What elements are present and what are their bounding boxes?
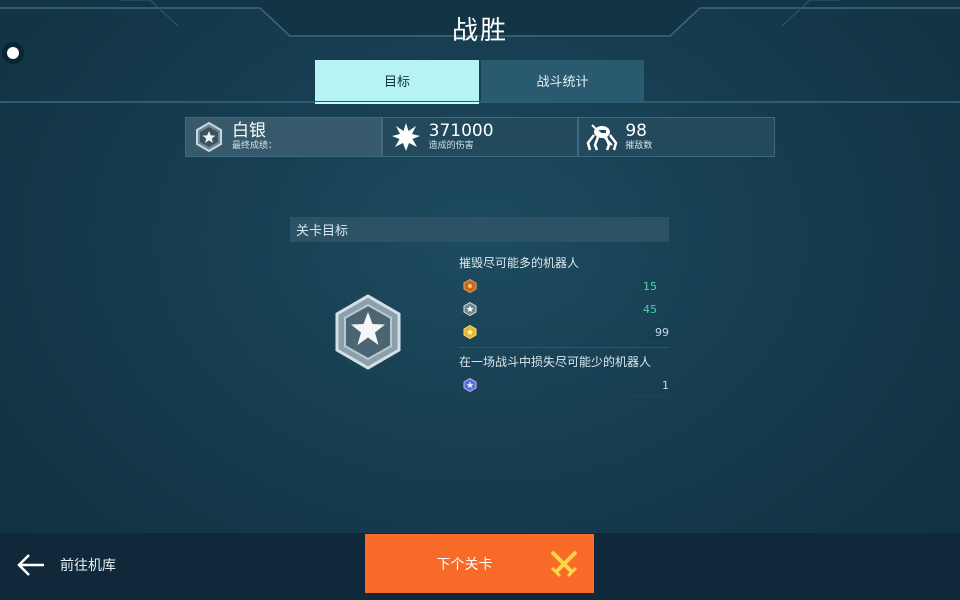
objectives-list: 摧毁尽可能多的机器人 15 45 99 在一场战斗中损失尽可能少的机器人 1 [459, 253, 669, 397]
go-to-hangar-label: 前往机库 [60, 558, 116, 574]
list-item: 99 [459, 321, 669, 344]
bronze-medal-icon [463, 279, 477, 293]
page-title: 战胜 [451, 16, 508, 46]
menu-dot-icon[interactable] [2, 42, 24, 64]
tab-objectives[interactable]: 目标 [315, 60, 479, 104]
list-item: 45 [459, 298, 669, 321]
tab-battle-stats[interactable]: 战斗统计 [481, 60, 644, 101]
stat-damage: 371000 造成的伤害 [381, 117, 579, 157]
silver-rank-icon [186, 122, 232, 152]
damage-label: 造成的伤害 [428, 141, 474, 151]
explosion-icon [383, 122, 429, 152]
tabs-divider [0, 101, 960, 103]
next-level-button[interactable]: 下个关卡 [365, 534, 594, 593]
rank-value: 白银 [232, 121, 266, 141]
objectives-header: 关卡目标 [290, 217, 669, 242]
objective-divider [459, 347, 669, 348]
objective-value: 1 [662, 378, 669, 392]
go-to-hangar-button[interactable]: 前往机库 [16, 548, 116, 582]
list-item: 15 [459, 275, 669, 298]
objective-value: 99 [655, 325, 669, 339]
objective-title-destroy: 摧毁尽可能多的机器人 [459, 256, 580, 270]
stat-rank: 白银 最终成绩： [185, 117, 382, 157]
silver-medal-icon [463, 302, 477, 316]
silver-badge-icon [326, 290, 410, 374]
crossed-swords-icon [550, 550, 578, 578]
robot-kill-icon [579, 123, 625, 151]
objective-title-lose-fewest: 在一场战斗中损失尽可能少的机器人 [459, 355, 652, 369]
list-item: 1 [459, 374, 669, 397]
stat-kills: 98 摧敌数 [578, 117, 776, 157]
kills-label: 摧敌数 [625, 141, 653, 151]
rank-label: 最终成绩： [232, 141, 278, 151]
platinum-medal-icon [463, 378, 477, 392]
objective-value: 15 [643, 279, 657, 293]
kills-value: 98 [625, 121, 647, 141]
arrow-left-icon [17, 554, 44, 576]
next-level-label: 下个关卡 [436, 556, 493, 573]
damage-value: 371000 [428, 121, 494, 141]
objective-value: 45 [643, 302, 657, 316]
gold-medal-icon [463, 325, 477, 339]
result-stats-bar: 白银 最终成绩： 371000 造成的伤害 98 摧敌数 [185, 117, 776, 157]
